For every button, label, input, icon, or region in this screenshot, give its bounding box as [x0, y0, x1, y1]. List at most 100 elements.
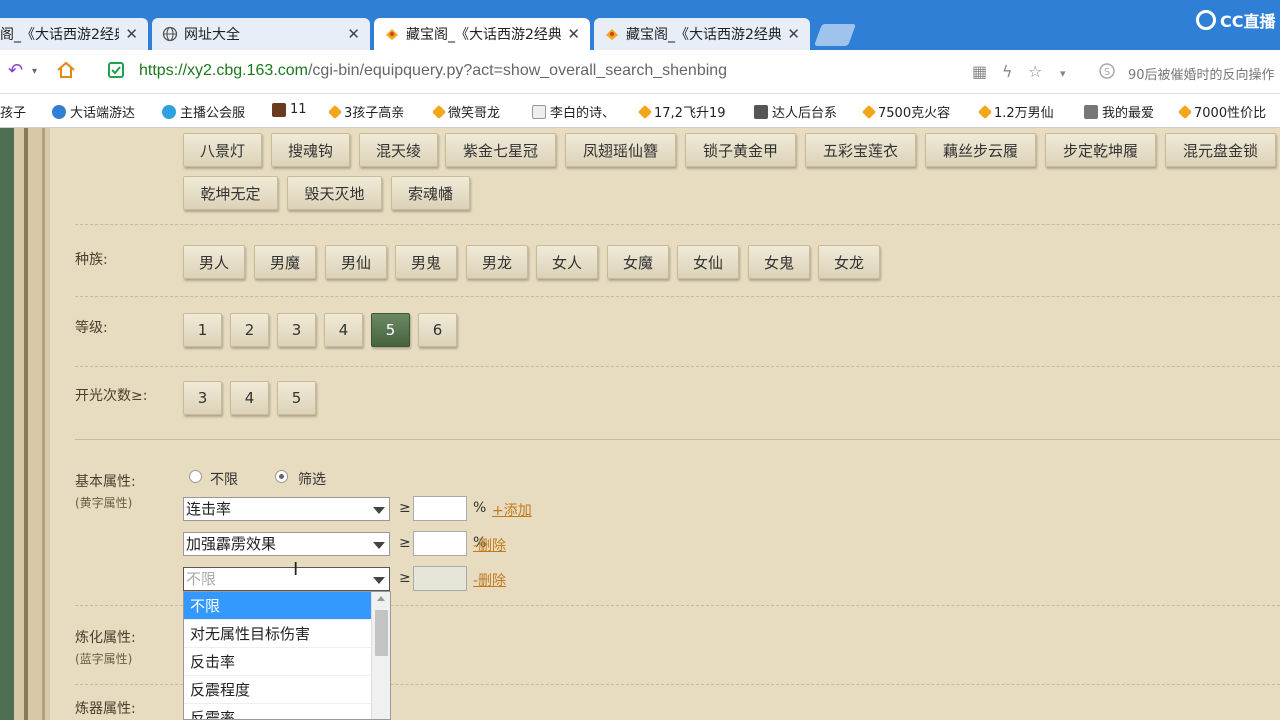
equip-option[interactable]: 索魂幡: [391, 176, 470, 210]
home-icon[interactable]: [56, 60, 76, 85]
race-option[interactable]: 女鬼: [748, 245, 810, 279]
bookmark-item[interactable]: 达人后台系: [754, 102, 837, 121]
attr-select-2[interactable]: 加强霹雳效果: [183, 532, 390, 556]
chevron-down-icon[interactable]: ▾: [1060, 67, 1066, 80]
delete-attr-link[interactable]: -删除: [473, 535, 506, 555]
attr-value-input-1[interactable]: [413, 496, 467, 521]
close-icon[interactable]: ✕: [347, 25, 360, 43]
equip-option[interactable]: 八景灯: [183, 133, 262, 167]
dropdown-scrollbar[interactable]: [371, 592, 390, 719]
level-option-selected[interactable]: 5: [371, 313, 410, 347]
cbg-logo-icon: [977, 104, 993, 119]
kaiguang-option[interactable]: 5: [277, 381, 316, 415]
race-option[interactable]: 男龙: [466, 245, 528, 279]
dropdown-option[interactable]: 反震率: [184, 704, 371, 719]
url-host: xy2.cbg.163.com: [187, 62, 308, 79]
race-option[interactable]: 女仙: [677, 245, 739, 279]
level-option[interactable]: 6: [418, 313, 457, 347]
basic-attr-label: 基本属性:: [75, 474, 136, 490]
bookmark-item[interactable]: 1.2万男仙: [977, 102, 1054, 121]
attr-value-input-2[interactable]: [413, 531, 467, 556]
bookmark-item[interactable]: 李白的诗、: [532, 102, 615, 121]
scrollbar-thumb[interactable]: [375, 610, 388, 656]
left-decorative-rail: [0, 128, 50, 720]
dropdown-option[interactable]: 反震程度: [184, 676, 371, 704]
cbg-logo-icon: [604, 26, 620, 42]
bookmark-item[interactable]: 我的最爱: [1084, 102, 1154, 121]
close-icon[interactable]: ✕: [567, 25, 580, 43]
level-option[interactable]: 1: [183, 313, 222, 347]
kaiguang-option[interactable]: 3: [183, 381, 222, 415]
tab-2[interactable]: 藏宝阁_《大话西游2经典 ✕: [374, 18, 590, 50]
close-icon[interactable]: ✕: [125, 25, 138, 43]
race-option[interactable]: 男人: [183, 245, 245, 279]
equip-option[interactable]: 混天绫: [359, 133, 438, 167]
equip-option[interactable]: 紫金七星冠: [445, 133, 556, 167]
url-field[interactable]: https://xy2.cbg.163.com/cgi-bin/equipque…: [139, 62, 727, 80]
equip-option[interactable]: 五彩宝莲衣: [805, 133, 916, 167]
equip-option[interactable]: 锁子黄金甲: [685, 133, 796, 167]
bookmark-item[interactable]: 7000性价比: [1177, 102, 1266, 121]
radio-unlimited[interactable]: [189, 470, 202, 483]
radio-filter[interactable]: [275, 470, 288, 483]
ge-symbol: ≥: [399, 570, 411, 586]
attr-select-3[interactable]: 不限: [183, 567, 390, 591]
kaiguang-option[interactable]: 4: [230, 381, 269, 415]
bookmark-c-icon: [52, 104, 66, 119]
lightning-icon[interactable]: ϟ: [1002, 62, 1013, 81]
refine-attr-label: 炼化属性:: [75, 630, 136, 646]
tab-1[interactable]: 网址大全 ✕: [152, 18, 370, 50]
bookmark-item[interactable]: 主播公会服: [162, 102, 245, 121]
dropdown-arrow-icon[interactable]: ▾: [32, 66, 37, 77]
dropdown-option[interactable]: 对无属性目标伤害: [184, 620, 371, 648]
section-divider: [75, 439, 1280, 440]
undo-icon[interactable]: ↶: [8, 60, 23, 81]
equip-option[interactable]: 藕丝步云履: [925, 133, 1036, 167]
attr-value-input-3[interactable]: [413, 566, 467, 591]
globe-icon: [162, 26, 178, 42]
equip-option[interactable]: 毁天灭地: [287, 176, 382, 210]
refiner-attr-label: 炼器属性:: [75, 701, 136, 717]
search-engine-icon[interactable]: S: [1098, 62, 1116, 84]
star-icon[interactable]: ☆: [1028, 62, 1042, 81]
tab-0[interactable]: 阁_《大话西游2经典 ✕: [0, 18, 148, 50]
url-scheme: https://: [139, 62, 188, 79]
bookmark-item[interactable]: 3孩子高亲: [327, 102, 404, 121]
dropdown-option[interactable]: 不限: [184, 592, 371, 620]
race-option[interactable]: 女龙: [818, 245, 880, 279]
equip-option[interactable]: 凤翅瑶仙簪: [565, 133, 676, 167]
dropdown-arrow-icon: [373, 542, 385, 549]
bookmark-item[interactable]: 大话端游达: [52, 102, 135, 121]
equip-option[interactable]: 步定乾坤履: [1045, 133, 1156, 167]
race-option[interactable]: 男鬼: [395, 245, 457, 279]
race-option[interactable]: 男仙: [325, 245, 387, 279]
bookmark-item[interactable]: 微笑哥龙: [431, 102, 500, 121]
close-icon[interactable]: ✕: [787, 25, 800, 43]
tab-title: 网址大全: [184, 27, 240, 43]
level-option[interactable]: 2: [230, 313, 269, 347]
attr-select-value: 不限: [186, 570, 217, 588]
race-option[interactable]: 男魔: [254, 245, 316, 279]
add-attr-link[interactable]: +添加: [492, 500, 532, 520]
delete-attr-link[interactable]: -删除: [473, 570, 506, 590]
level-label: 等级:: [75, 320, 108, 336]
qr-code-icon[interactable]: ▦: [972, 62, 987, 81]
level-option[interactable]: 4: [324, 313, 363, 347]
race-option[interactable]: 女魔: [607, 245, 669, 279]
bookmark-item[interactable]: 孩子: [0, 102, 26, 121]
bookmark-item[interactable]: 7500克火容: [861, 102, 950, 121]
bookmark-item[interactable]: 17,2飞升19: [637, 102, 726, 121]
scroll-up-icon[interactable]: [377, 596, 385, 601]
equip-option[interactable]: 乾坤无定: [183, 176, 278, 210]
tab-3[interactable]: 藏宝阁_《大话西游2经典 ✕: [594, 18, 810, 50]
attr-dropdown-list[interactable]: 不限 对无属性目标伤害 反击率 反震程度 反震率: [183, 591, 391, 720]
search-hint[interactable]: 90后被催婚时的反向操作: [1128, 64, 1275, 83]
dropdown-option[interactable]: 反击率: [184, 648, 371, 676]
equip-option[interactable]: 混元盘金锁: [1165, 133, 1276, 167]
level-option[interactable]: 3: [277, 313, 316, 347]
race-option[interactable]: 女人: [536, 245, 598, 279]
equip-option[interactable]: 搜魂钩: [271, 133, 350, 167]
attr-select-1[interactable]: 连击率: [183, 497, 390, 521]
new-tab-button[interactable]: [813, 24, 857, 46]
bookmark-item[interactable]: 11: [272, 102, 307, 117]
